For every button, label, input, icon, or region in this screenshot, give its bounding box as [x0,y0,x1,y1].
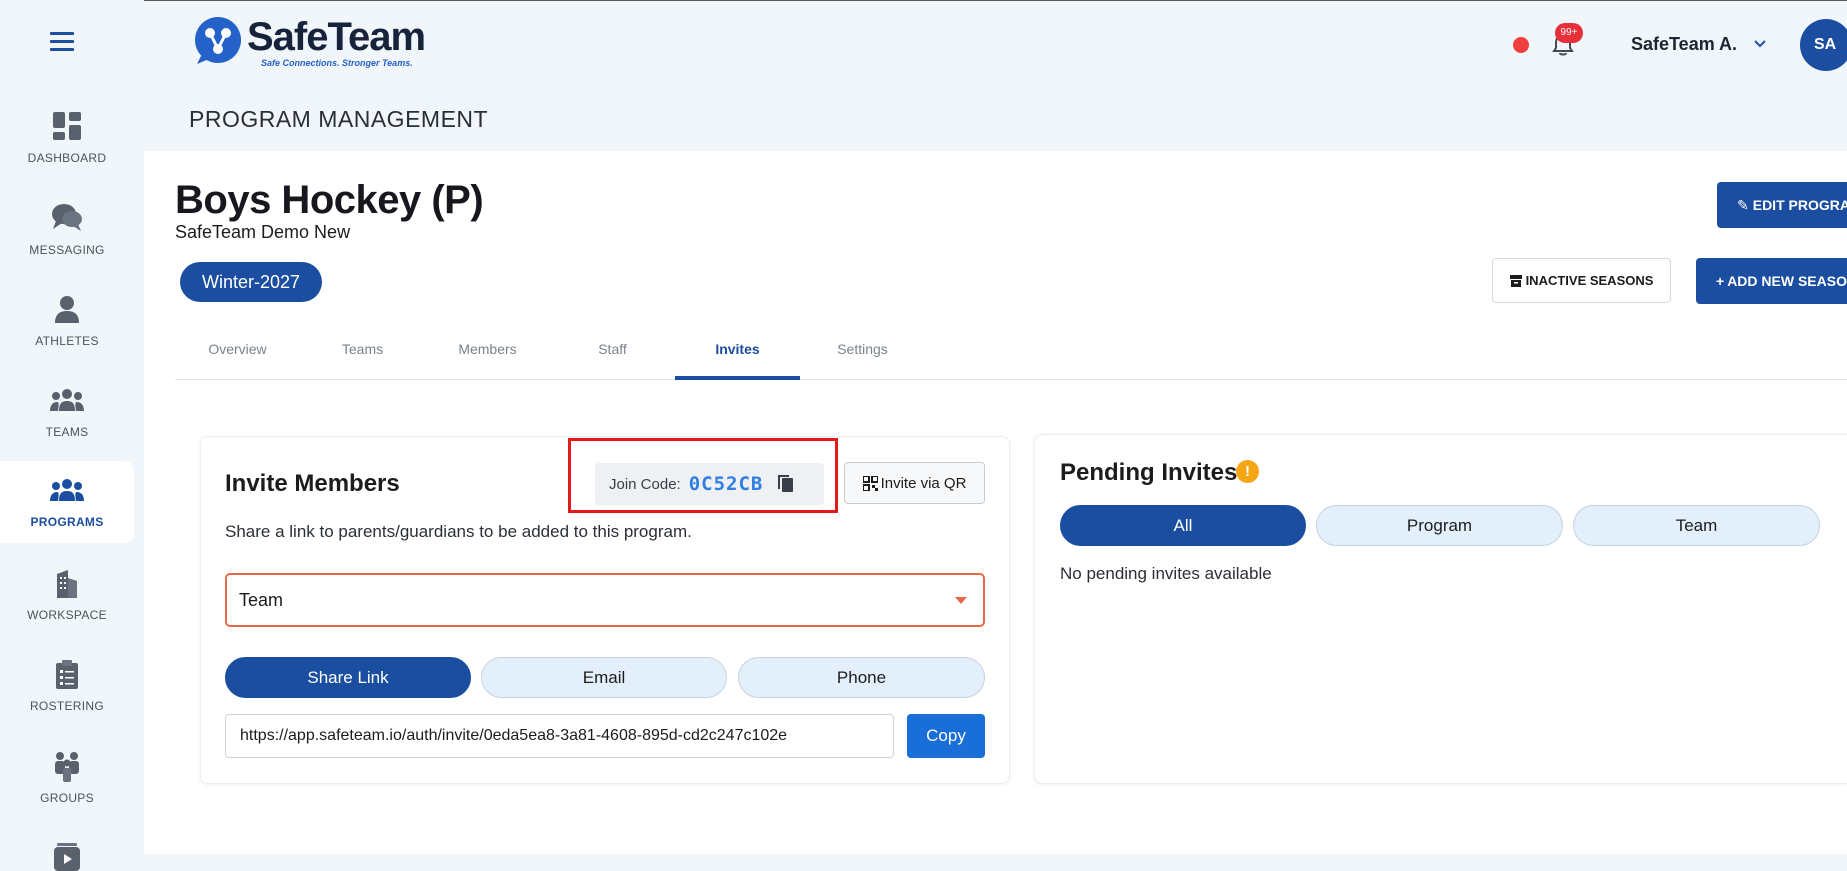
tab-members[interactable]: Members [425,333,550,380]
notification-badge: 99+ [1555,23,1583,43]
video-icon [50,840,84,871]
dashboard-icon [50,109,84,143]
menu-toggle-icon[interactable] [50,32,74,52]
method-phone[interactable]: Phone [738,657,985,698]
filter-program[interactable]: Program [1316,505,1563,546]
avatar[interactable]: SA [1800,19,1847,71]
sidebar-item-teams[interactable]: TEAMS [0,371,134,453]
brand-tagline: Safe Connections. Stronger Teams. [261,58,413,68]
brand-logo[interactable]: SafeTeam Safe Connections. Stronger Team… [193,15,426,68]
invite-via-qr-label: Invite via QR [880,474,967,492]
archive-icon [1509,274,1522,287]
workspace-icon [50,566,84,600]
sidebar-item-label: MESSAGING [29,243,105,257]
messaging-icon [50,201,84,235]
edit-program-label: EDIT PROGRAM [1752,197,1847,213]
pending-invites-title: Pending Invites [1060,459,1238,486]
qr-code-icon [862,475,878,491]
chevron-down-icon[interactable] [1752,36,1768,52]
invite-via-qr-button[interactable]: Invite via QR [844,462,985,504]
sidebar-item-label: ATHLETES [35,334,99,348]
sidebar-item-label: PROGRAMS [30,515,104,529]
sidebar-item-rostering[interactable]: ROSTERING [0,645,134,727]
sidebar-item-label: WORKSPACE [27,608,107,622]
page-heading: PROGRAM MANAGEMENT [189,106,489,132]
sidebar: DASHBOARD MESSAGING ATHLETES TEAMS PROGR… [0,0,144,871]
sidebar-item-athletes[interactable]: ATHLETES [0,280,134,362]
tab-staff[interactable]: Staff [550,333,675,380]
sidebar-item-video[interactable] [0,828,134,871]
pending-empty-state: No pending invites available [1060,564,1272,583]
pencil-icon: ✎ [1737,196,1749,213]
season-selector[interactable]: Winter-2027 [180,262,322,302]
sidebar-item-messaging[interactable]: MESSAGING [0,189,134,271]
add-season-label: ADD NEW SEASON [1727,273,1847,289]
sidebar-item-label: DASHBOARD [27,151,107,165]
athlete-icon [50,292,84,326]
dropdown-caret-icon [955,597,967,604]
sidebar-item-groups[interactable]: GROUPS [0,737,134,819]
programs-icon [50,473,84,507]
method-email[interactable]: Email [481,657,727,698]
invite-description: Share a link to parents/guardians to be … [225,522,692,541]
copy-link-button[interactable]: Copy [907,714,985,758]
tab-invites[interactable]: Invites [675,333,800,380]
invite-link-field[interactable]: https://app.safeteam.io/auth/invite/0eda… [225,714,894,758]
sidebar-item-programs[interactable]: PROGRAMS [0,461,134,543]
sidebar-item-label: GROUPS [40,791,94,805]
safeteam-logo-icon [195,17,241,64]
user-menu[interactable]: SafeTeam A. [1631,34,1737,55]
tab-settings[interactable]: Settings [800,333,925,380]
inactive-seasons-label: INACTIVE SEASONS [1525,273,1654,288]
inactive-seasons-button[interactable]: INACTIVE SEASONS [1492,258,1671,303]
sidebar-item-workspace[interactable]: WORKSPACE [0,554,134,636]
highlight-frame [568,438,838,513]
add-new-season-button[interactable]: + ADD NEW SEASON [1696,258,1847,304]
brand-name: SafeTeam [247,15,426,59]
sidebar-item-label: TEAMS [45,425,89,439]
invite-target-select[interactable]: Team [225,573,985,627]
edit-program-button[interactable]: ✎ EDIT PROGRAM [1717,182,1847,228]
invite-target-value: Team [239,589,284,610]
groups-icon [50,749,84,783]
plus-icon: + [1716,273,1725,289]
bottom-band [144,854,1847,871]
sidebar-item-label: ROSTERING [29,699,105,713]
window-top-border [0,0,1847,1]
tab-teams[interactable]: Teams [300,333,425,380]
program-tabs: Overview Teams Members Staff Invites Set… [175,333,1847,380]
program-subtitle: SafeTeam Demo New [175,222,351,242]
tab-overview[interactable]: Overview [175,333,300,380]
invite-members-title: Invite Members [225,470,400,497]
status-dot [1513,37,1529,53]
program-title: Boys Hockey (P) [175,178,484,222]
filter-team[interactable]: Team [1573,505,1820,546]
rostering-icon [50,657,84,691]
filter-all[interactable]: All [1060,505,1306,546]
method-share-link[interactable]: Share Link [225,657,471,698]
sidebar-item-dashboard[interactable]: DASHBOARD [0,97,134,179]
teams-icon [50,383,84,417]
warning-icon: ! [1236,460,1259,483]
